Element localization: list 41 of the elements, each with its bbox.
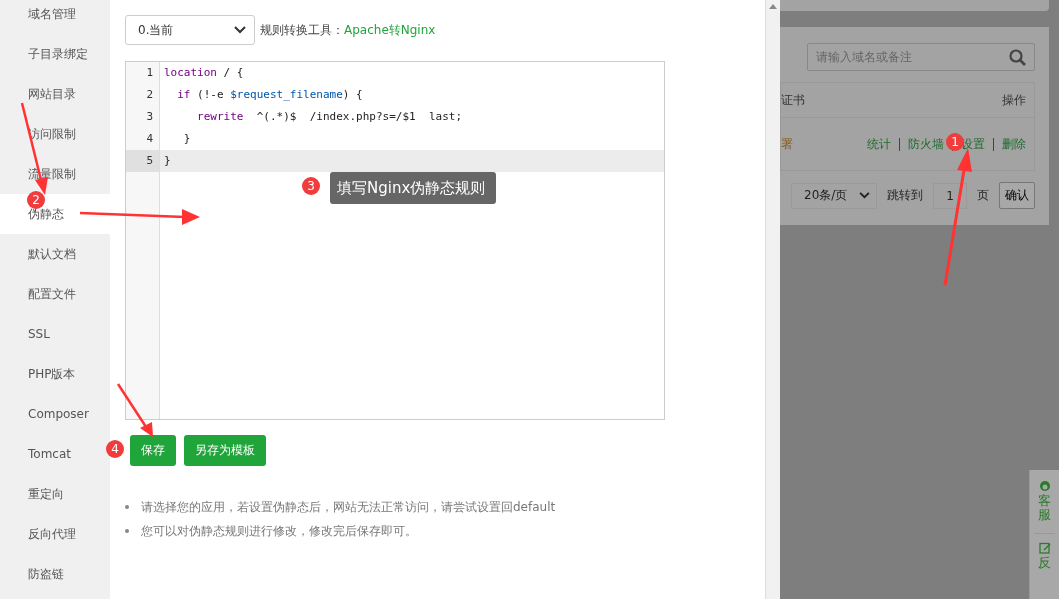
tool-label: 规则转换工具： [260, 21, 344, 39]
scrollbar[interactable] [765, 0, 780, 599]
sidebar-item[interactable]: 子目录绑定 [0, 34, 110, 74]
sidebar-item[interactable]: 网站目录 [0, 74, 110, 114]
column-header: 证书 [781, 91, 805, 109]
column-header: 操作 [1002, 91, 1026, 109]
code-line: location / { [163, 65, 245, 81]
arrow [116, 383, 153, 437]
sidebar-item[interactable]: 防盗链 [0, 554, 110, 594]
code-line: rewrite ^(.*)$ /index.php?s=/$1 last; [196, 109, 464, 125]
confirm-button[interactable]: 确认 [999, 182, 1035, 209]
sidebar-item[interactable]: Composer [0, 394, 110, 434]
page-size-select[interactable]: 20条/页 [791, 182, 877, 209]
headset-icon [1038, 480, 1051, 492]
jump-label: 跳转到 [887, 187, 923, 204]
line-number: 5 [126, 150, 159, 172]
note-text: 请选择您的应用，若设置伪静态后，网站无法正常访问，请尝试设置回default [141, 498, 556, 516]
sidebar-item[interactable]: 默认文档 [0, 234, 110, 274]
chevron-down-icon [234, 26, 246, 34]
line-number: 3 [145, 109, 154, 125]
chevron-down-icon [859, 192, 870, 199]
line-number: 4 [145, 131, 154, 147]
sidebar-item[interactable]: 配置文件 [0, 274, 110, 314]
tooltip: 填写Nginx伪静态规则 [330, 172, 497, 204]
edit-icon [1038, 541, 1051, 554]
page-unit: 页 [977, 187, 989, 204]
scroll-up-icon [769, 4, 777, 9]
code-line: } [182, 131, 192, 147]
sidebar-item[interactable]: 反向代理 [0, 514, 110, 554]
search-icon [1009, 48, 1026, 66]
template-select[interactable]: 0.当前 [125, 15, 255, 45]
code-line: if (!-e $request_filename) { [176, 87, 364, 103]
line-number: 2 [145, 87, 154, 103]
page-input[interactable]: 1 [933, 182, 967, 209]
sidebar-item[interactable]: PHP版本 [0, 354, 110, 394]
sidebar-item[interactable]: SSL [0, 314, 110, 354]
status-text: 署 [781, 135, 793, 153]
note-text: 您可以对伪静态规则进行修改，修改完后保存即可。 [141, 522, 417, 540]
sidebar-item[interactable]: 重定向 [0, 474, 110, 514]
sidebar-item[interactable]: 域名管理 [0, 0, 110, 34]
line-number: 1 [145, 65, 154, 81]
